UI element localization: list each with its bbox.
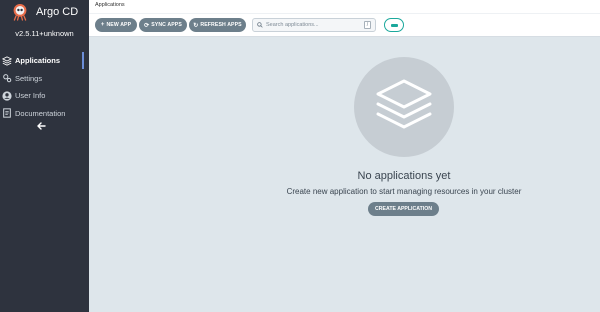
minus-icon	[390, 23, 398, 27]
sidebar-item-settings[interactable]: Settings	[0, 70, 89, 88]
empty-state: No applications yet Create new applicati…	[89, 57, 600, 216]
sidebar-item-label: Documentation	[15, 108, 66, 118]
arrow-left-icon	[37, 122, 46, 130]
create-application-button[interactable]: CREATE APPLICATION	[368, 202, 439, 216]
refresh-apps-label: REFRESH APPS	[200, 22, 242, 28]
search-shortcut-hint: /	[364, 21, 371, 29]
plus-icon: +	[100, 22, 105, 28]
new-app-button[interactable]: + NEW APP	[95, 18, 137, 32]
user-icon	[1, 90, 12, 101]
sync-apps-label: SYNC APPS	[151, 22, 182, 28]
book-icon	[1, 108, 12, 119]
app-name: Argo CD	[36, 6, 79, 18]
sidebar-item-label: User Info	[15, 91, 46, 101]
sync-icon: ⟳	[144, 22, 150, 29]
sidebar: Argo CD v2.5.11+unknown Applications Set…	[0, 0, 89, 312]
sync-apps-button[interactable]: ⟳ SYNC APPS	[139, 18, 187, 32]
empty-state-subtitle: Create new application to start managing…	[286, 187, 522, 196]
empty-state-illustration	[354, 57, 454, 157]
sidebar-item-label: Applications	[15, 56, 61, 66]
refresh-apps-button[interactable]: ↻ REFRESH APPS	[189, 18, 246, 32]
sidebar-item-user-info[interactable]: User Info	[0, 87, 89, 105]
filter-toggle[interactable]	[384, 18, 404, 32]
search-input[interactable]: Search applications... /	[252, 18, 376, 32]
sidebar-nav: Applications Settings User Info Document…	[0, 52, 89, 122]
empty-state-title: No applications yet	[357, 170, 451, 182]
stack-layers-icon	[376, 79, 432, 129]
search-placeholder: Search applications...	[266, 22, 319, 28]
layers-icon	[1, 55, 12, 66]
refresh-icon: ↻	[193, 22, 199, 29]
argo-logo-icon	[13, 4, 27, 21]
sidebar-item-label: Settings	[15, 73, 43, 83]
brand[interactable]: Argo CD	[0, 1, 89, 23]
new-app-label: NEW APP	[106, 22, 132, 28]
app-version: v2.5.11+unknown	[15, 29, 74, 38]
collapse-sidebar-button[interactable]	[34, 120, 48, 132]
sidebar-item-applications[interactable]: Applications	[0, 52, 89, 70]
search-icon	[257, 22, 266, 28]
main-content: Applications + NEW APP ⟳ SYNC APPS ↻ REF…	[89, 0, 600, 312]
page-header: Applications	[89, 0, 600, 14]
gears-icon	[1, 73, 12, 84]
breadcrumb: Applications	[95, 2, 125, 8]
toolbar: + NEW APP ⟳ SYNC APPS ↻ REFRESH APPS Sea…	[89, 14, 600, 37]
